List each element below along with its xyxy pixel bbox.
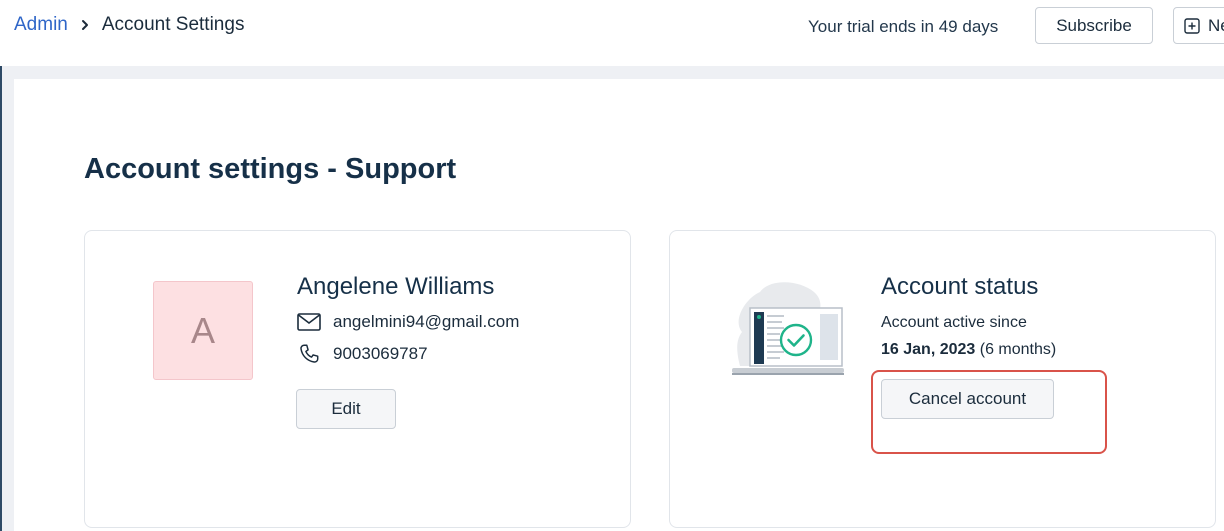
breadcrumb-current: Account Settings	[101, 14, 245, 35]
edit-button-label: Edit	[331, 399, 361, 418]
profile-name: Angelene Williams	[297, 273, 495, 300]
account-active-duration: (6 months)	[979, 341, 1057, 358]
top-bar: Admin Account Settings Your trial ends i…	[0, 0, 1224, 66]
account-status-title: Account status	[881, 273, 1039, 300]
breadcrumb: Admin Account Settings	[14, 14, 244, 36]
breadcrumb-admin-link[interactable]: Admin	[14, 14, 68, 36]
account-active-date: 16 Jan, 2023	[881, 341, 976, 358]
chevron-right-icon	[80, 19, 90, 31]
avatar: A	[153, 281, 253, 380]
new-button[interactable]: Ne	[1173, 7, 1224, 44]
subscribe-button-label: Subscribe	[1056, 15, 1132, 35]
phone-icon	[297, 343, 333, 365]
trial-status-text: Your trial ends in 49 days	[808, 17, 999, 36]
profile-phone-row: 9003069787	[297, 343, 428, 365]
avatar-initial: A	[190, 309, 215, 351]
profile-email-row: angelmini94@gmail.com	[297, 312, 519, 332]
profile-email: angelmini94@gmail.com	[333, 312, 520, 331]
edit-profile-button[interactable]: Edit	[296, 389, 396, 429]
account-active-since-label: Account active since	[881, 314, 1027, 331]
new-button-label: Ne	[1208, 15, 1224, 35]
subscribe-button[interactable]: Subscribe	[1035, 7, 1153, 44]
profile-phone: 9003069787	[333, 344, 428, 363]
laptop-check-illustration	[730, 280, 846, 380]
mail-icon	[297, 313, 333, 331]
plus-square-icon	[1184, 17, 1200, 34]
account-active-date-row: 16 Jan, 2023 (6 months)	[881, 341, 1056, 359]
page-title: Account settings - Support	[84, 153, 457, 185]
cancel-account-highlight-box	[871, 370, 1107, 454]
